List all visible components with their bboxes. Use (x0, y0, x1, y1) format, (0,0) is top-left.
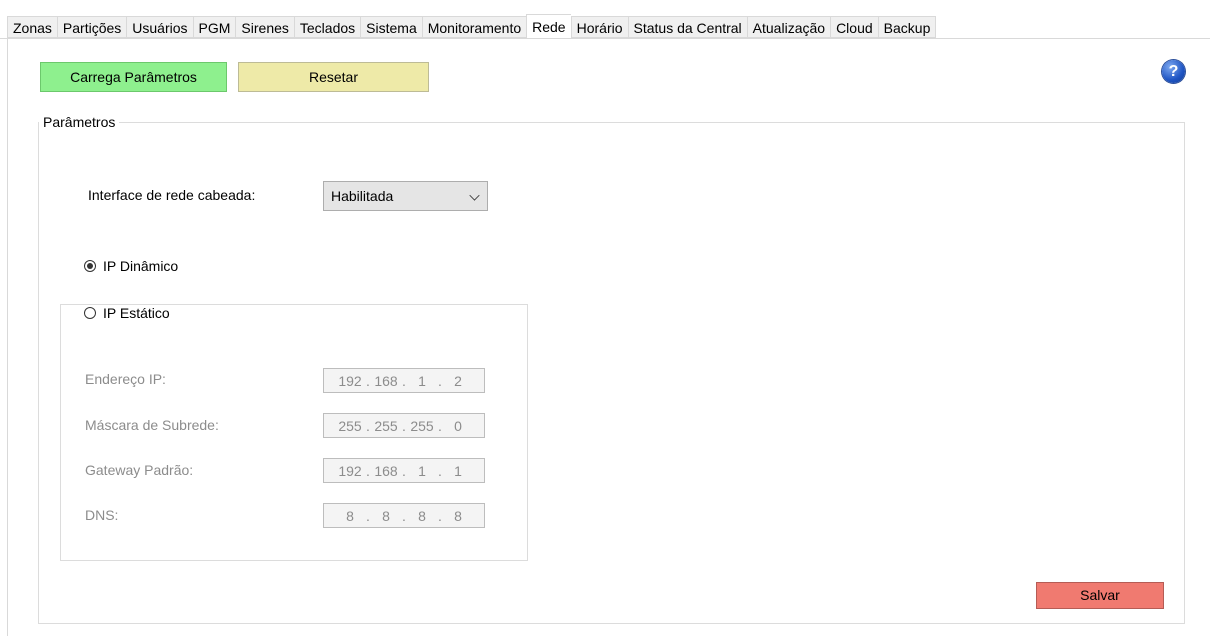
subnet-mask-label: Máscara de Subrede: (85, 417, 219, 433)
radio-unchecked-icon (84, 307, 96, 319)
radio-checked-icon (84, 260, 96, 272)
tab-list: Zonas Partições Usuários PGM Sirenes Tec… (7, 14, 937, 39)
tab-monitoramento[interactable]: Monitoramento (421, 16, 527, 38)
ip-octet: 8 (346, 507, 354, 524)
ip-octet: 168 (374, 372, 398, 389)
tab-usuarios[interactable]: Usuários (126, 16, 193, 38)
ip-octet: 8 (418, 507, 426, 524)
ip-octet: 2 (454, 372, 462, 389)
tab-backup[interactable]: Backup (877, 16, 937, 38)
save-button[interactable]: Salvar (1036, 582, 1164, 609)
ip-address-label: Endereço IP: (85, 371, 166, 387)
tab-horario[interactable]: Horário (570, 16, 628, 38)
ip-octet: 255 (338, 417, 362, 434)
tab-cloud[interactable]: Cloud (830, 16, 878, 38)
ip-octet: 0 (454, 417, 462, 434)
tab-sistema[interactable]: Sistema (360, 16, 422, 38)
tab-teclados[interactable]: Teclados (293, 16, 361, 38)
tab-sirenes[interactable]: Sirenes (235, 16, 294, 38)
wired-interface-value: Habilitada (331, 188, 394, 204)
ip-address-field[interactable]: 192. 168. 1. 2 (323, 368, 485, 393)
load-parameters-button[interactable]: Carrega Parâmetros (40, 62, 227, 92)
ip-octet: 1 (418, 462, 426, 479)
static-ip-label: IP Estático (103, 305, 170, 321)
dns-label: DNS: (85, 507, 119, 523)
ip-octet: 192 (338, 462, 362, 479)
ip-octet: 255 (374, 417, 398, 434)
tab-atualizacao[interactable]: Atualização (746, 16, 831, 38)
tab-pgm[interactable]: PGM (192, 16, 236, 38)
tab-bar: Zonas Partições Usuários PGM Sirenes Tec… (0, 0, 1210, 40)
gateway-label: Gateway Padrão: (85, 462, 194, 478)
ip-octet: 192 (338, 372, 362, 389)
wired-interface-label: Interface de rede cabeada: (88, 187, 256, 203)
ip-octet: 255 (410, 417, 434, 434)
tab-rede[interactable]: Rede (526, 14, 571, 38)
ip-octet: 8 (382, 507, 390, 524)
static-ip-radio[interactable]: IP Estático (84, 305, 178, 321)
tab-particoes[interactable]: Partições (56, 16, 127, 38)
tab-zonas[interactable]: Zonas (7, 16, 57, 38)
ip-octet: 168 (374, 462, 398, 479)
dynamic-ip-radio[interactable]: IP Dinâmico (84, 258, 178, 274)
tab-status-da-central[interactable]: Status da Central (627, 16, 747, 38)
ip-octet: 8 (454, 507, 462, 524)
dns-field[interactable]: 8. 8. 8. 8 (323, 503, 485, 528)
subnet-mask-field[interactable]: 255. 255. 255. 0 (323, 413, 485, 438)
dynamic-ip-label: IP Dinâmico (103, 258, 179, 274)
ip-octet: 1 (454, 462, 462, 479)
reset-button[interactable]: Resetar (238, 62, 429, 92)
chevron-down-icon (469, 190, 480, 201)
ip-octet: 1 (418, 372, 426, 389)
help-icon[interactable]: ? (1162, 60, 1185, 83)
parameters-legend: Parâmetros (43, 114, 116, 130)
gateway-field[interactable]: 192. 168. 1. 1 (323, 458, 485, 483)
wired-interface-select[interactable]: Habilitada (323, 181, 488, 211)
